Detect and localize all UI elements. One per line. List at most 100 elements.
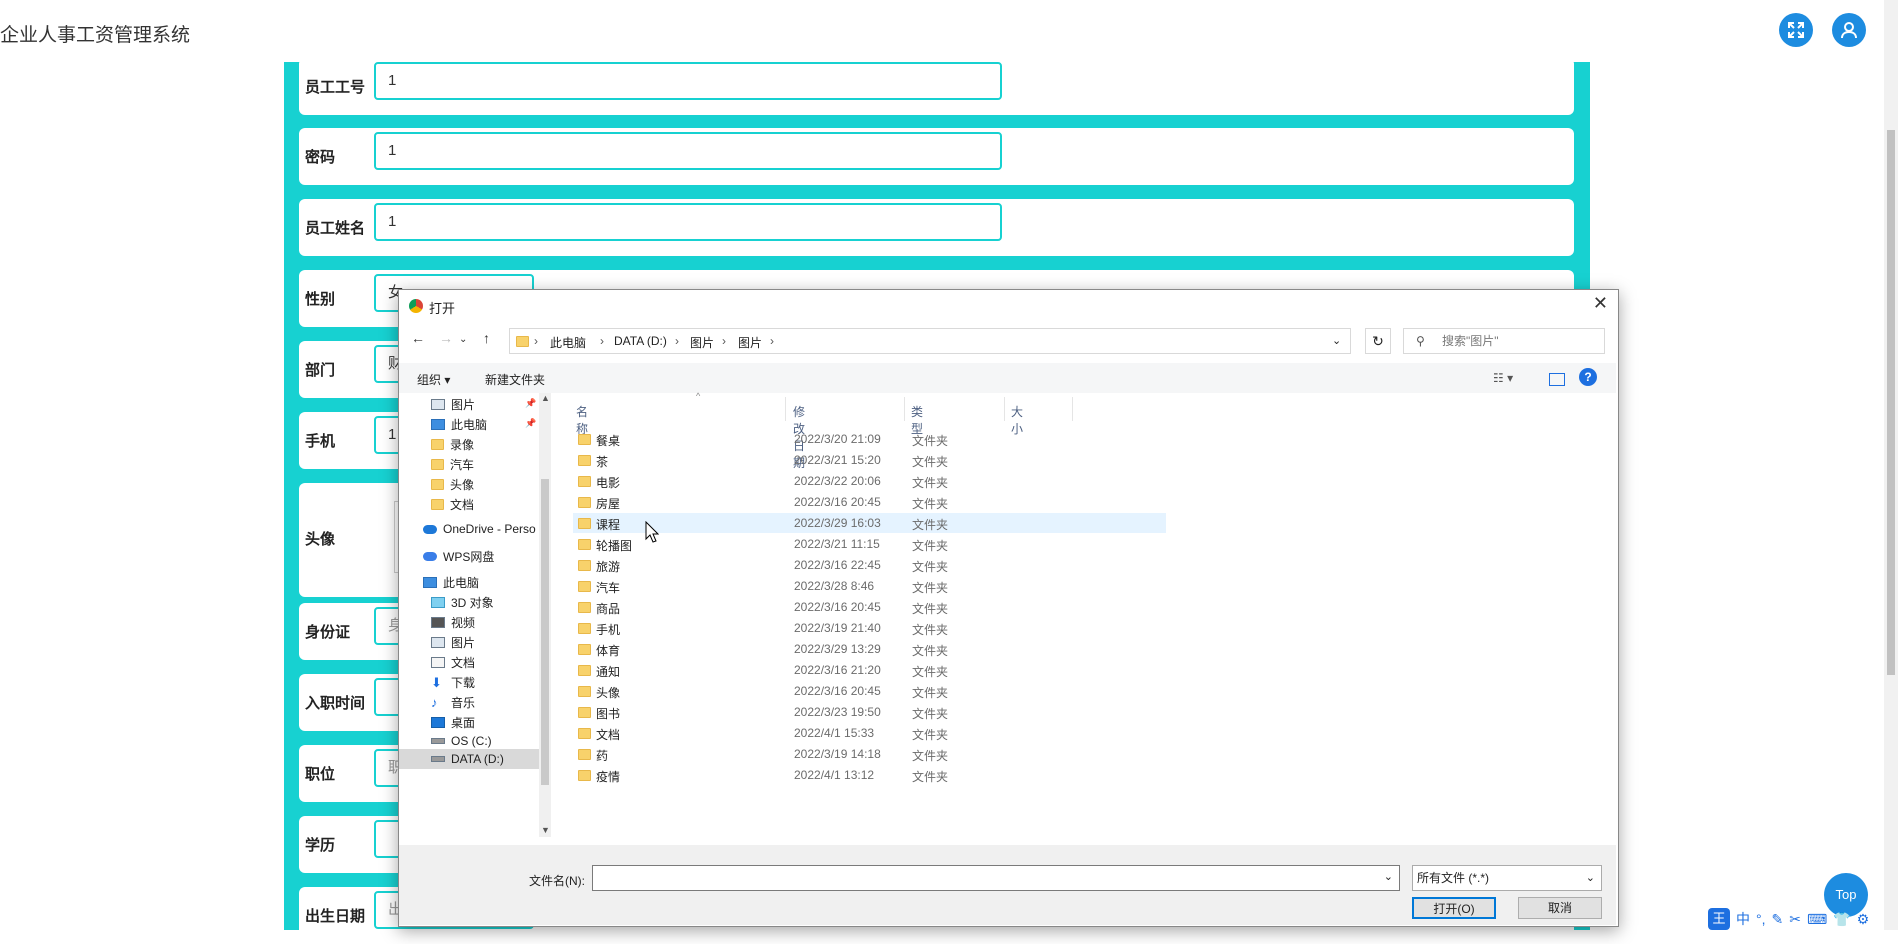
tree-item-label: 汽车 [450,458,475,472]
column-divider[interactable] [785,397,786,421]
breadcrumb-item[interactable]: 此电脑 [550,334,586,351]
folder-icon [578,497,591,508]
back-arrow-icon[interactable]: ← [411,330,425,346]
file-row[interactable]: 文档 2022/4/1 15:33 文件夹 [573,723,1166,743]
folder-icon [578,770,591,781]
file-row[interactable]: 汽车 2022/3/28 8:46 文件夹 [573,576,1166,596]
tree-item[interactable]: ⬇ 下载 [431,674,475,691]
breadcrumb-item[interactable]: 图片 [690,334,714,351]
file-row[interactable]: 通知 2022/3/16 21:20 文件夹 [573,660,1166,680]
up-arrow-icon[interactable]: ↑ [483,330,490,346]
scissors-icon[interactable]: ✂ [1789,911,1801,928]
file-row[interactable]: 手机 2022/3/19 21:40 文件夹 [573,618,1166,638]
form-label: 性别 [305,291,336,308]
fullscreen-button[interactable] [1779,13,1813,47]
pen-icon[interactable]: ✎ [1772,911,1784,928]
chevron-down-icon[interactable]: ⌄ [1384,870,1393,883]
tree-item[interactable]: 汽车 [431,456,474,473]
tree-item[interactable]: 图片 [431,634,475,651]
employee-name-input[interactable]: 1 [374,203,1002,241]
folder-icon [578,749,591,760]
tree-item-label: 文档 [451,656,476,670]
password-input[interactable]: 1 [374,132,1002,170]
refresh-button[interactable]: ↻ [1365,328,1391,354]
tree-item[interactable]: ♪ 音乐 [431,694,475,711]
file-name: 餐桌 [596,434,621,448]
folder-icon [431,479,444,490]
forward-arrow-icon[interactable]: → [439,330,453,346]
form-label: 入职时间 [305,695,366,712]
tree-item[interactable]: 3D 对象 [431,594,494,611]
file-row[interactable]: 药 2022/3/19 14:18 文件夹 [573,744,1166,764]
keyboard-icon[interactable]: ⌨ [1807,911,1827,928]
tree-item[interactable]: OneDrive - Perso [423,522,536,536]
breadcrumb-separator-icon: › [770,334,774,348]
search-input[interactable]: ⚲ 搜索"图片" [1403,328,1605,354]
tree-scrollbar-thumb[interactable] [541,479,549,785]
column-divider[interactable] [1072,397,1073,421]
tree-item[interactable]: 此电脑 [423,574,479,591]
preview-pane-icon[interactable] [1549,373,1565,386]
file-row[interactable]: 商品 2022/3/16 20:45 文件夹 [573,597,1166,617]
file-row[interactable]: 疫情 2022/4/1 13:12 文件夹 [573,765,1166,785]
open-button[interactable]: 打开(O) [1412,897,1496,919]
page-scrollbar[interactable] [1884,0,1898,930]
tree-item-selected[interactable]: DATA (D:) [399,749,539,769]
form-label: 职位 [305,766,336,783]
file-type: 文件夹 [912,497,949,511]
page-scrollbar-thumb[interactable] [1887,130,1895,675]
employee-id-input[interactable]: 1 [374,62,1002,100]
filename-input[interactable]: ⌄ [592,865,1400,891]
tree-item[interactable]: 文档 [431,654,475,671]
scroll-down-icon[interactable]: ▼ [541,825,550,835]
tree-item[interactable]: 视频 [431,614,475,631]
file-name: 头像 [596,686,621,700]
scroll-up-icon[interactable]: ▲ [541,393,550,403]
user-button[interactable] [1832,13,1866,47]
column-divider[interactable] [904,397,905,421]
file-row[interactable]: 房屋 2022/3/16 20:45 文件夹 [573,492,1166,512]
tree-item[interactable]: OS (C:) [431,734,492,748]
chevron-down-icon[interactable]: ⌄ [1332,334,1341,347]
folder-icon [578,476,591,487]
file-row[interactable]: 茶 2022/3/21 15:20 文件夹 [573,450,1166,470]
recent-chevron-icon[interactable]: ⌄ [459,334,467,345]
tree-item[interactable]: 桌面 [431,714,475,731]
form-row-password: 密码 1 [299,128,1574,185]
tree-item[interactable]: 录像 [431,436,474,453]
column-divider[interactable] [1004,397,1005,421]
file-row[interactable]: 课程 2022/3/29 16:03 文件夹 [573,513,1166,533]
tree-item[interactable]: 文档 [431,496,474,513]
file-row[interactable]: 图书 2022/3/23 19:50 文件夹 [573,702,1166,722]
file-row[interactable]: 旅游 2022/3/16 22:45 文件夹 [573,555,1166,575]
new-folder-button[interactable]: 新建文件夹 [485,371,545,388]
tree-item-label: 3D 对象 [451,596,494,610]
tree-item[interactable]: 此电脑 [431,416,487,433]
breadcrumb-item[interactable]: DATA (D:) [614,334,667,348]
view-options-icon[interactable]: ☷ ▾ [1493,371,1513,385]
tree-item[interactable]: 头像 [431,476,474,493]
ime-mode[interactable]: 中 [1736,909,1750,929]
file-row[interactable]: 体育 2022/3/29 13:29 文件夹 [573,639,1166,659]
punctuation-icon[interactable]: °, [1756,911,1766,927]
file-row[interactable]: 电影 2022/3/22 20:06 文件夹 [573,471,1166,491]
skin-icon[interactable]: 👕 [1833,911,1850,928]
settings-icon[interactable]: ⚙ [1857,911,1870,928]
tree-item[interactable]: 图片 [431,396,475,413]
file-row[interactable]: 头像 2022/3/16 20:45 文件夹 [573,681,1166,701]
address-bar[interactable]: › 此电脑 › DATA (D:) › 图片 › 图片 › ⌄ [509,328,1351,354]
ime-logo-icon[interactable]: 王 [1708,908,1730,930]
file-row[interactable]: 轮播图 2022/3/21 11:15 文件夹 [573,534,1166,554]
file-row[interactable]: 餐桌 2022/3/20 21:09 文件夹 [573,429,1166,449]
organize-menu[interactable]: 组织 ▾ [417,371,450,388]
cancel-button[interactable]: 取消 [1518,897,1602,919]
chevron-down-icon: ⌄ [1585,872,1595,884]
breadcrumb-item[interactable]: 图片 [738,334,762,351]
tree-item-label: DATA (D:) [451,752,504,766]
file-name: 通知 [596,665,621,679]
tree-scrollbar[interactable]: ▲ ▼ [539,393,551,837]
close-icon[interactable]: ✕ [1593,293,1608,314]
filetype-select[interactable]: 所有文件 (*.*) ⌄ [1412,865,1602,891]
tree-item[interactable]: WPS网盘 [423,548,494,565]
help-icon[interactable]: ? [1579,368,1597,386]
